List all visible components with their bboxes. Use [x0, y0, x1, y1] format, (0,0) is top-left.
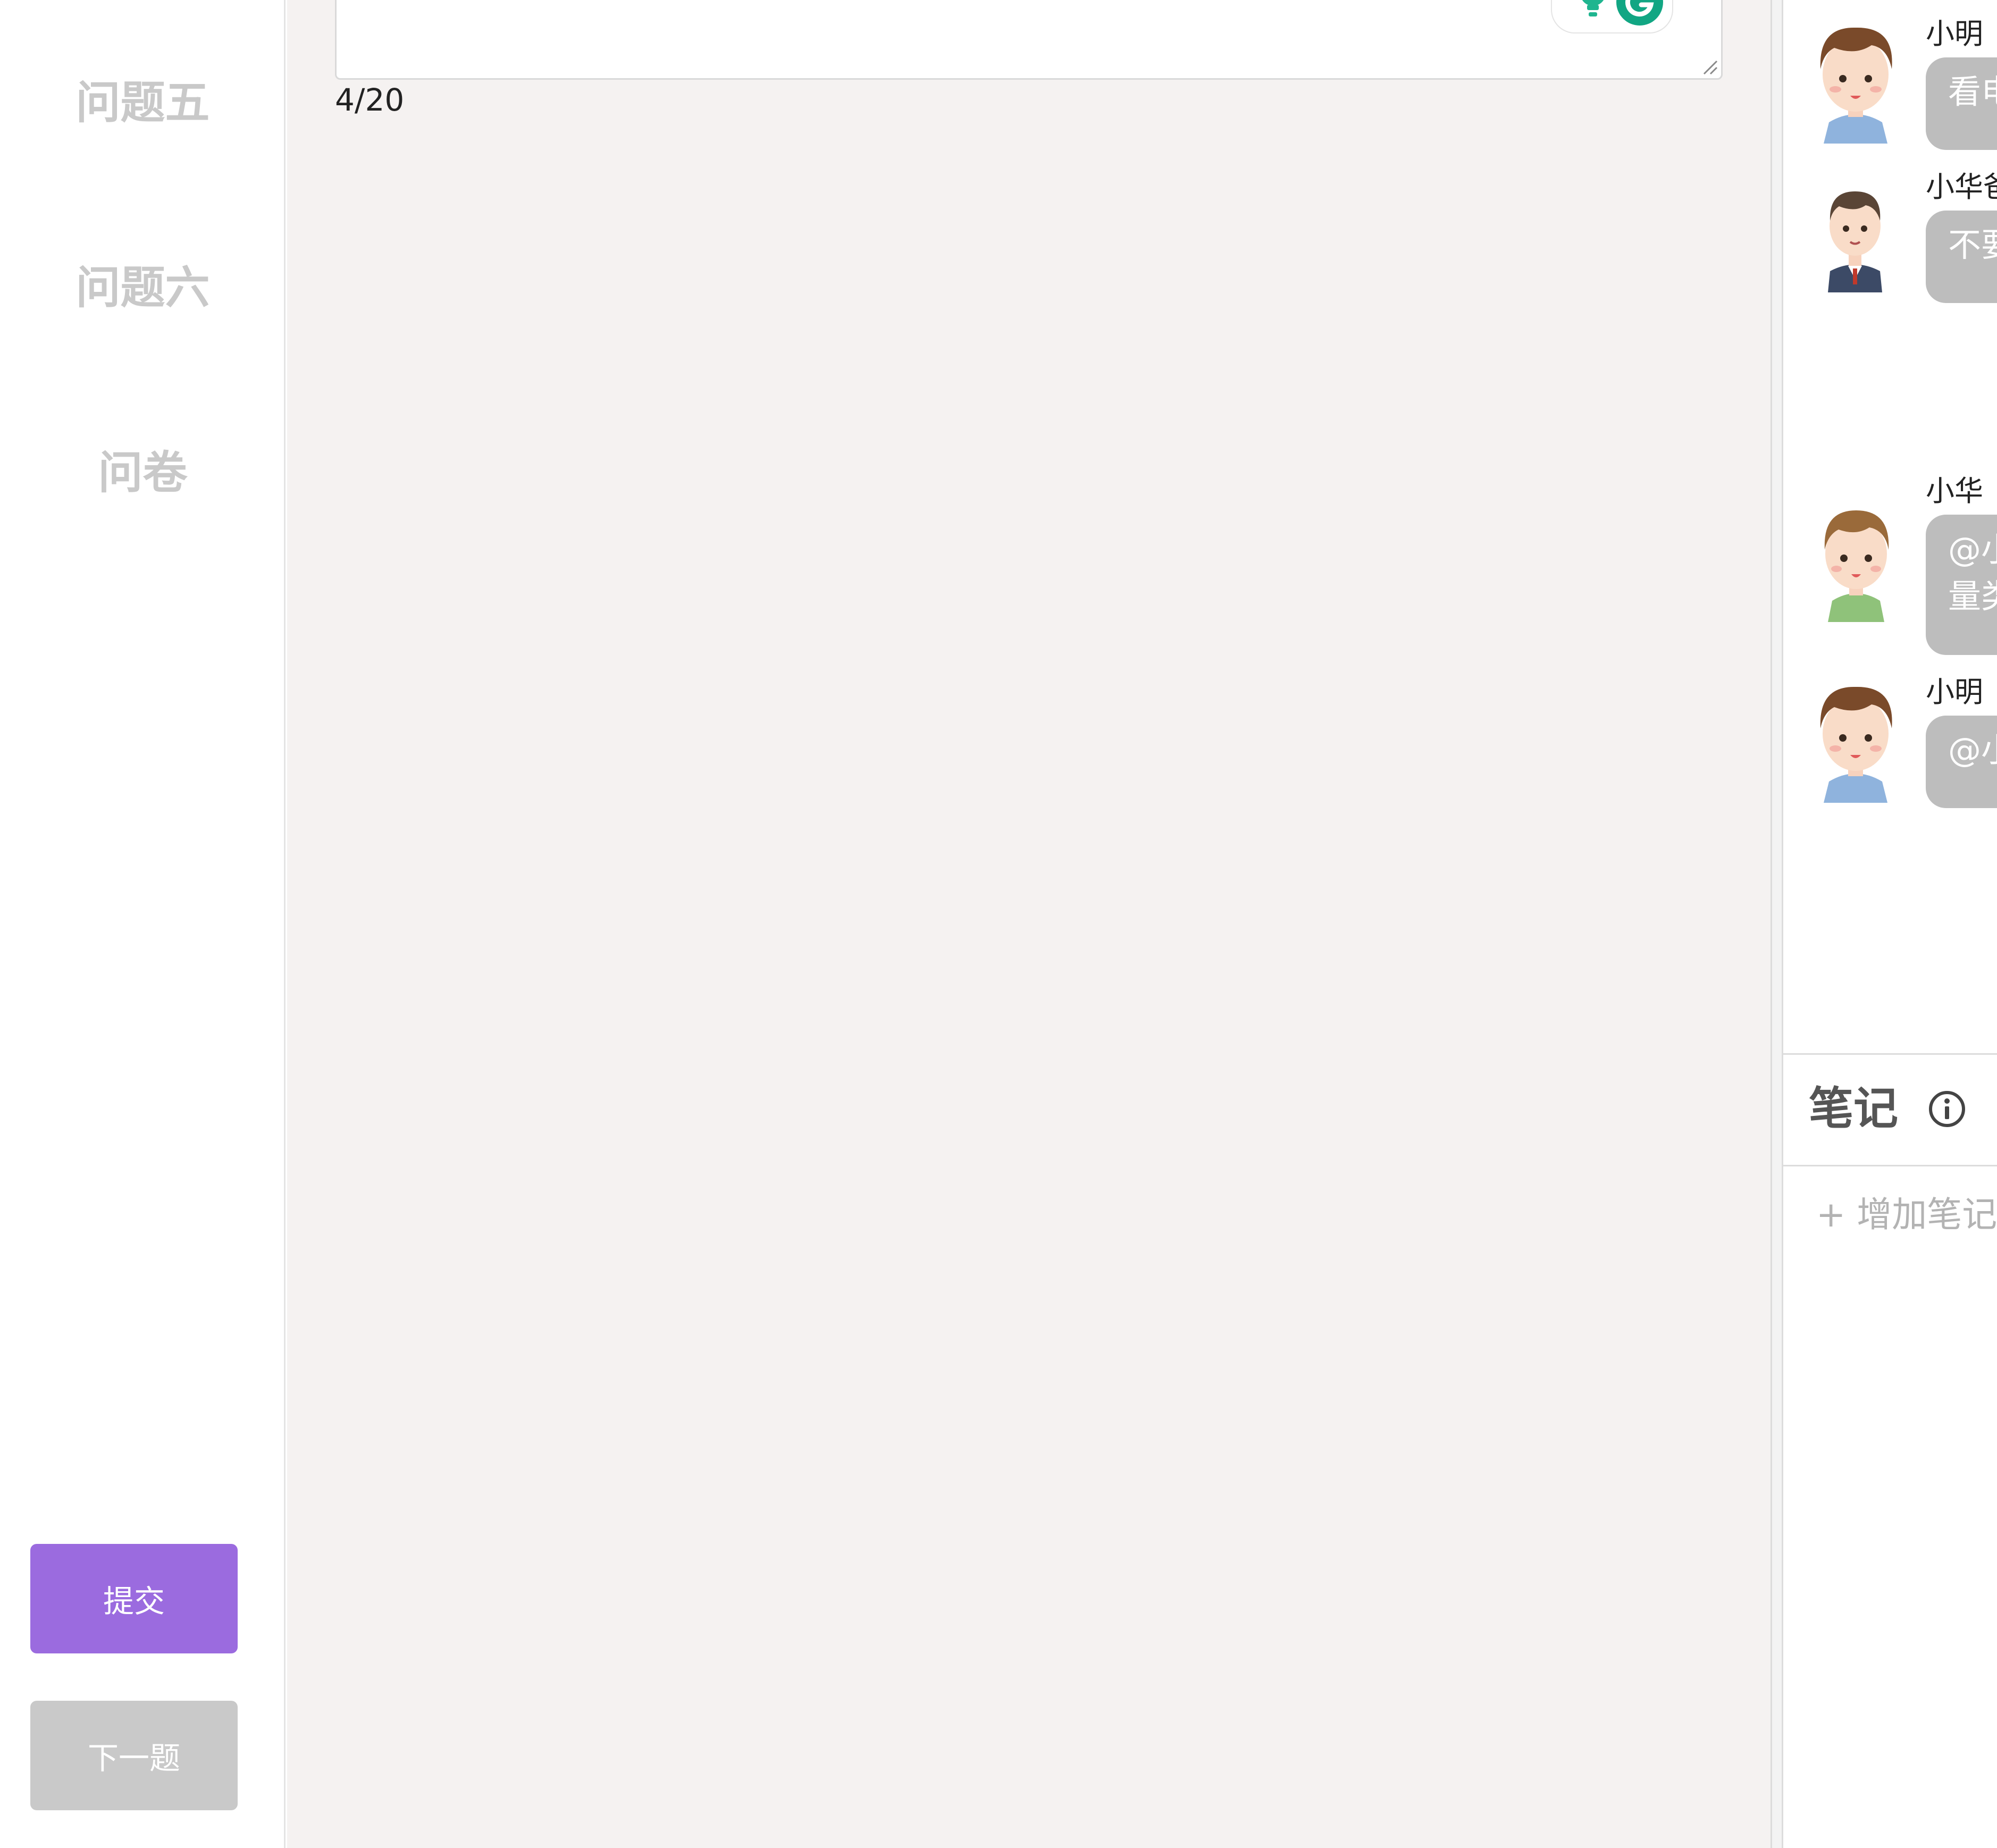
sidebar-item-question-5[interactable]: 问题五 [0, 73, 286, 132]
sender-name: 小华 [1926, 474, 1983, 508]
info-icon[interactable] [1928, 1090, 1966, 1128]
next-question-button[interactable]: 下一题 [30, 1701, 238, 1810]
grammarly-icon[interactable] [1616, 0, 1664, 26]
man-suit-avatar-icon [1828, 191, 1882, 292]
add-note-button[interactable]: + 增加笔记 [1816, 1194, 1997, 1236]
sidebar-item-questionnaire[interactable]: 问卷 [0, 443, 286, 502]
character-counter: 4/20 [335, 82, 405, 118]
message-bubble: 看电 [1926, 57, 1997, 150]
answer-textarea[interactable] [335, 0, 1723, 80]
question-sidebar: 问题五 问题六 问卷 提交 下一题 [0, 0, 286, 1848]
divider [1783, 1053, 1997, 1055]
divider [1783, 1165, 1997, 1166]
panel-splitter[interactable] [1771, 0, 1783, 1848]
resize-handle-icon[interactable] [1701, 58, 1719, 76]
sidebar-item-question-6[interactable]: 问题六 [0, 258, 286, 317]
boy-blue-avatar-icon [1820, 27, 1892, 144]
sender-name: 小华爸 [1926, 170, 1997, 204]
sender-name: 小明 [1926, 17, 1983, 51]
chat-panel: 小明 看电 小华爸 不要 小华 [1783, 0, 1997, 1848]
writing-assistant-widget[interactable] [1551, 0, 1673, 33]
message-bubble: @小 [1926, 716, 1997, 808]
notes-title: 笔记 [1809, 1082, 1899, 1135]
message-line: @小 [1948, 530, 1997, 569]
sender-name: 小明 [1926, 675, 1983, 709]
submit-button[interactable]: 提交 [30, 1544, 238, 1653]
message-bubble: 不要 [1926, 211, 1997, 303]
boy-green-avatar-icon [1824, 510, 1889, 622]
boy-blue-avatar-icon [1820, 686, 1892, 803]
answer-area: 4/20 [287, 0, 1771, 1848]
lightbulb-icon[interactable] [1574, 0, 1612, 24]
message-bubble: @小 量类 [1926, 515, 1997, 655]
message-line: 量类 [1948, 577, 1997, 616]
